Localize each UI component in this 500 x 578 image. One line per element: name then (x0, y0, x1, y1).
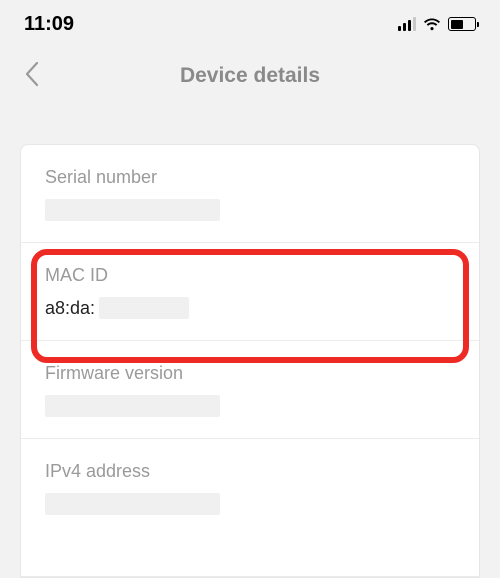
nav-bar: Device details (0, 48, 500, 104)
page-title: Device details (0, 64, 500, 88)
device-details-card: Serial number MAC ID a8:da: Firmware ver… (20, 144, 480, 578)
battery-icon (448, 17, 476, 31)
serial-number-label: Serial number (45, 167, 455, 188)
redacted-placeholder (45, 395, 220, 417)
mac-id-value: a8:da: (45, 296, 455, 320)
wifi-icon (422, 17, 442, 31)
status-icons (398, 17, 476, 31)
serial-number-value (45, 198, 455, 222)
cellular-signal-icon (398, 17, 416, 31)
status-time: 11:09 (24, 13, 74, 36)
ipv4-address-label: IPv4 address (45, 461, 455, 482)
firmware-version-label: Firmware version (45, 363, 455, 384)
row-ipv4-address: IPv4 address (21, 439, 479, 577)
redacted-placeholder (45, 493, 220, 515)
row-mac-id: MAC ID a8:da: (21, 243, 479, 341)
firmware-version-value (45, 394, 455, 418)
mac-id-text: a8:da: (45, 298, 95, 319)
ipv4-address-value (45, 492, 455, 516)
back-chevron-icon[interactable] (24, 60, 40, 93)
mac-id-label: MAC ID (45, 265, 455, 286)
row-firmware-version: Firmware version (21, 341, 479, 439)
redacted-placeholder (99, 297, 189, 319)
status-bar: 11:09 (0, 0, 500, 48)
row-serial-number: Serial number (21, 145, 479, 243)
redacted-placeholder (45, 199, 220, 221)
